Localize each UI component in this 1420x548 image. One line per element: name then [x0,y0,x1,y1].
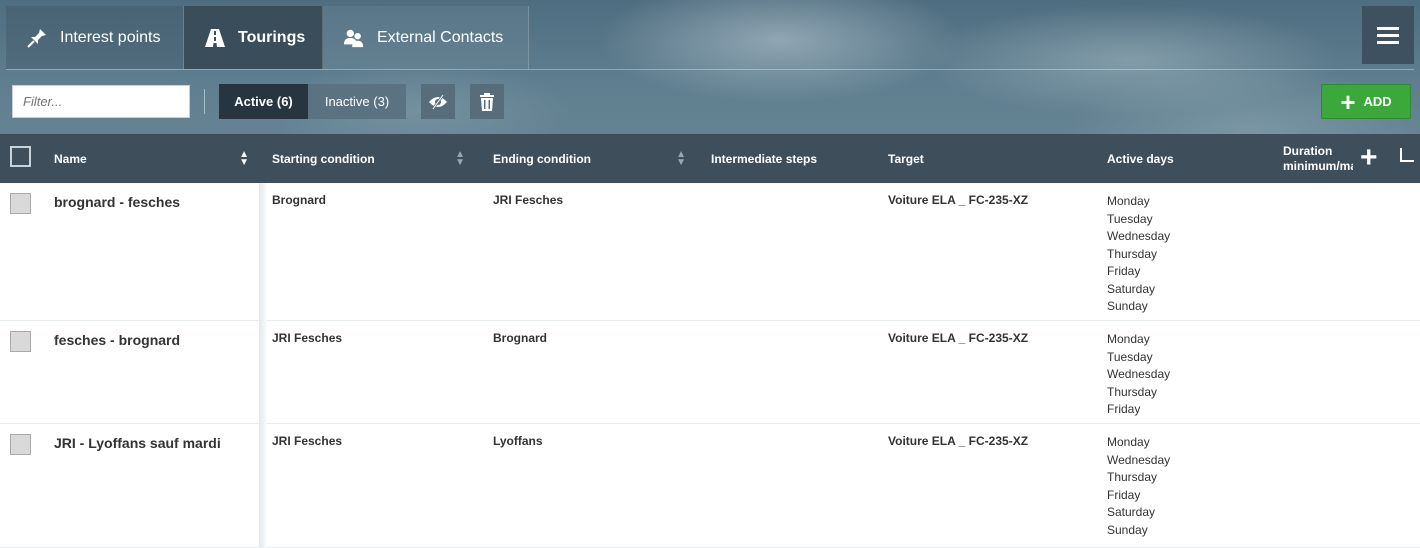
column-label: Target [888,151,924,166]
row-target: Voiture ELA _ FC-235-XZ [888,434,1029,448]
row-starting-condition: JRI Fesches [272,331,343,345]
row-ending-condition: Brognard [493,331,547,345]
row-name: fesches - brognard [54,332,181,348]
column-label: Name [54,151,87,166]
day-item: Thursday [1107,470,1158,484]
day-item: Monday [1107,332,1150,346]
column-header-intermediate-steps: Intermediate steps [711,134,871,183]
row-active-days: Monday Tuesday Wednesday Thursday Friday [1107,331,1170,419]
row-checkbox[interactable] [10,331,31,352]
road-icon [204,27,226,49]
column-label: Active days [1107,151,1174,166]
day-item: Sunday [1107,299,1148,313]
delete-button[interactable] [470,84,504,119]
table-header: Name ▲ ▼ Starting condition ▲ ▼ Ending con… [0,134,1420,183]
plus-icon: + [1340,86,1356,117]
column-label: Ending condition [493,151,591,166]
table-row[interactable]: JRI - Lyoffans sauf mardi JRI Fesches Ly… [0,424,1420,548]
add-button-label: ADD [1363,94,1392,109]
pin-icon [26,27,48,49]
day-item: Thursday [1107,246,1158,261]
row-ending-condition: JRI Fesches [493,193,564,207]
day-item: Wednesday [1107,367,1171,381]
tab-tourings[interactable]: Tourings [184,6,323,69]
row-name: brognard - fesches [54,194,181,210]
add-column-icon[interactable]: + [1360,140,1378,176]
column-label: Starting condition [272,151,375,166]
row-checkbox[interactable] [10,434,31,455]
sort-icon[interactable]: ▲ ▼ [455,150,465,168]
day-item: Thursday [1107,384,1158,399]
row-active-days: Monday Tuesday Wednesday Thursday Friday… [1107,193,1170,316]
tab-label: External Contacts [377,28,504,46]
row-starting-condition: Brognard [272,193,326,207]
day-item: Saturday [1107,281,1156,296]
tab-external-contacts[interactable]: External Contacts [323,6,529,69]
trash-icon [480,92,494,111]
toolbar-separator [204,89,205,114]
day-item: Monday [1107,194,1150,208]
add-button[interactable]: + ADD [1321,84,1411,119]
sort-icon[interactable]: ▲ ▼ [676,150,686,168]
sort-icon[interactable]: ▲ ▼ [239,150,249,168]
select-all-checkbox[interactable] [10,146,31,167]
row-name: JRI - Lyoffans sauf mardi [54,435,221,451]
day-item: Friday [1107,264,1141,278]
column-header-name[interactable]: Name ▲ ▼ [54,134,259,183]
column-label: Intermediate steps [711,151,818,166]
top-tab-bar: Interest points Tourings External Contac… [6,6,1414,69]
row-checkbox[interactable] [10,193,31,214]
day-item: Wednesday [1107,452,1171,467]
day-item: Wednesday [1107,229,1171,243]
column-header-starting-condition[interactable]: Starting condition ▲ ▼ [272,134,475,183]
column-header-active-days: Active days [1107,134,1267,183]
day-item: Tuesday [1107,211,1153,226]
tab-label: Interest points [60,28,161,46]
tab-interest-points[interactable]: Interest points [6,6,184,69]
day-item: Saturday [1107,505,1156,519]
column-label: Duration [1283,143,1333,158]
day-item: Friday [1107,402,1141,416]
active-filter-button[interactable]: Active (6) [219,84,308,119]
column-divider-shadow [259,183,266,548]
table-row[interactable]: fesches - brognard JRI Fesches Brognard … [0,321,1420,424]
row-ending-condition: Lyoffans [493,434,543,448]
table-row[interactable]: brognard - fesches Brognard JRI Fesches … [0,183,1420,321]
day-item: Monday [1107,435,1150,449]
row-active-days: Monday Wednesday Thursday Friday Saturda… [1107,434,1170,539]
toggle-visibility-button[interactable] [421,84,455,119]
column-header-duration: Duration minimum/ma [1283,134,1353,183]
column-label: minimum/ma [1283,158,1353,173]
row-target: Voiture ELA _ FC-235-XZ [888,193,1029,207]
column-header-target: Target [888,134,1088,183]
tab-label: Tourings [238,28,306,46]
row-target: Voiture ELA _ FC-235-XZ [888,331,1029,345]
tab-bar-divider [6,69,1414,70]
hamburger-menu-button[interactable] [1362,6,1414,64]
inactive-filter-button[interactable]: Inactive (3) [308,84,406,119]
day-item: Tuesday [1107,349,1153,364]
day-item: Sunday [1107,522,1148,537]
contacts-icon [343,27,365,49]
day-item: Friday [1107,487,1141,502]
filter-input[interactable] [12,85,190,118]
export-icon[interactable] [1400,148,1414,162]
row-starting-condition: JRI Fesches [272,434,343,448]
column-header-ending-condition[interactable]: Ending condition ▲ ▼ [493,134,696,183]
eye-slash-icon [429,93,447,110]
hamburger-icon [1377,25,1399,46]
